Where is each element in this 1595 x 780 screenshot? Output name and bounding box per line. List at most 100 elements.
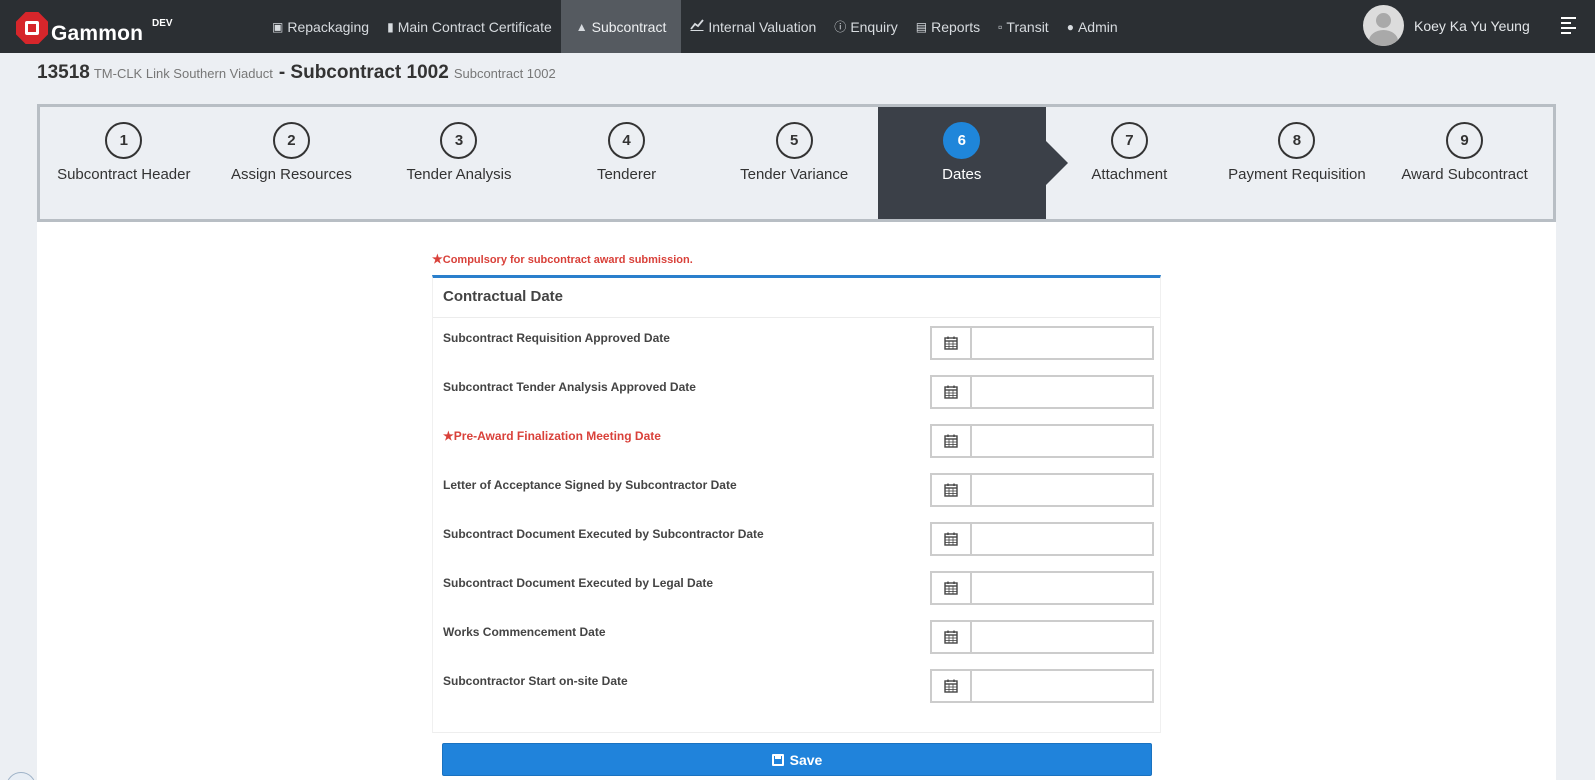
step-number: 5: [775, 122, 813, 159]
compulsory-note-text: Compulsory for subcontract award submiss…: [442, 254, 693, 266]
pre-award-finalization-meeting-date-input[interactable]: [970, 424, 1154, 458]
nav-item-label: Repackaging: [287, 18, 370, 35]
step-label: Award Subcontract: [1401, 166, 1528, 183]
date-picker: [930, 620, 1154, 654]
bookmark-icon: ▮: [387, 19, 394, 34]
subcontract-requisition-approved-date-input[interactable]: [970, 326, 1154, 360]
wizard-step-dates[interactable]: 6 Dates: [877, 107, 1068, 219]
wizard-step-attachment[interactable]: 7 Attachment: [1046, 107, 1214, 219]
job-number: 13518: [37, 62, 90, 83]
nav-item-subcontract[interactable]: ▲ Subcontract: [560, 0, 682, 53]
field-label: Subcontract Tender Analysis Approved Dat…: [443, 380, 696, 394]
wizard-step-subcontract-header[interactable]: 1 Subcontract Header: [40, 107, 208, 219]
field-label: Subcontract Document Executed by Subcont…: [443, 527, 764, 541]
document-executed-by-subcontractor-date-input[interactable]: [970, 522, 1154, 556]
user-name[interactable]: Koey Ka Yu Yeung: [1414, 18, 1530, 34]
step-label: Tender Analysis: [406, 166, 512, 183]
date-picker: [930, 571, 1154, 605]
step-number: 9: [1446, 122, 1484, 159]
wizard-step-payment-requisition[interactable]: 8 Payment Requisition: [1213, 107, 1381, 219]
wizard-step-assign-resources[interactable]: 2 Assign Resources: [208, 107, 376, 219]
calendar-icon[interactable]: [930, 620, 970, 654]
nav-item-transit[interactable]: ▫ Transit: [989, 0, 1058, 53]
contractual-date-panel: Contractual Date Subcontract Requisition…: [432, 275, 1161, 733]
gammon-logo-icon: [16, 12, 48, 44]
step-number: 1: [105, 122, 143, 159]
user-icon: ●: [1066, 19, 1074, 34]
star-icon: ★: [432, 252, 443, 266]
field-label: Letter of Acceptance Signed by Subcontra…: [443, 478, 737, 492]
book-icon: ▤: [915, 19, 928, 34]
step-number: 2: [272, 122, 310, 159]
step-label: Tenderer: [596, 166, 657, 183]
calendar-icon[interactable]: [930, 669, 970, 703]
step-number: 6: [943, 122, 981, 159]
nav-item-internal-valuation[interactable]: Internal Valuation: [681, 0, 825, 53]
page-title: 13518 TM-CLK Link Southern Viaduct - Sub…: [37, 62, 556, 84]
star-icon: ★: [443, 429, 454, 443]
line-chart-icon: [690, 19, 705, 34]
avatar[interactable]: [1363, 5, 1404, 46]
date-picker: [930, 424, 1154, 458]
subcontract-description: Subcontract 1002: [453, 66, 556, 81]
brand[interactable]: Gammon DEV: [16, 10, 173, 46]
date-picker: [930, 375, 1154, 409]
calendar-icon[interactable]: [930, 375, 970, 409]
subcontractor-start-onsite-date-input[interactable]: [970, 669, 1154, 703]
top-navbar: Gammon DEV ▣ Repackaging ▮ Main Contract…: [0, 0, 1595, 53]
nav-item-repackaging[interactable]: ▣ Repackaging: [263, 0, 378, 53]
cube-icon: ▣: [272, 19, 284, 34]
wizard-step-tenderer[interactable]: 4 Tenderer: [543, 107, 711, 219]
nav-item-label: Admin: [1077, 18, 1118, 35]
calendar-icon[interactable]: [930, 522, 970, 556]
nav-item-reports[interactable]: ▤ Reports: [907, 0, 989, 53]
calendar-icon[interactable]: [930, 326, 970, 360]
date-row: ★Pre-Award Finalization Meeting Date: [443, 424, 1154, 463]
field-label: Subcontractor Start on-site Date: [443, 674, 628, 688]
step-number: 7: [1110, 122, 1148, 159]
step-number: 8: [1278, 122, 1316, 159]
calendar-icon[interactable]: [930, 424, 970, 458]
floppy-disk-icon: [771, 753, 784, 766]
date-row: Subcontract Tender Analysis Approved Dat…: [443, 375, 1154, 414]
field-label: Subcontract Requisition Approved Date: [443, 331, 670, 345]
wizard-step-tender-analysis[interactable]: 3 Tender Analysis: [375, 107, 543, 219]
date-row: Subcontract Document Executed by Legal D…: [443, 571, 1154, 610]
works-commencement-date-input[interactable]: [970, 620, 1154, 654]
step-number: 4: [608, 122, 646, 159]
calendar-icon[interactable]: [930, 571, 970, 605]
main-nav: ▣ Repackaging ▮ Main Contract Certificat…: [263, 0, 1127, 53]
field-label-required: ★Pre-Award Finalization Meeting Date: [443, 429, 661, 443]
menu-toggle-icon[interactable]: [1561, 17, 1576, 34]
env-badge: DEV: [152, 18, 173, 29]
date-picker: [930, 473, 1154, 507]
date-picker: [930, 669, 1154, 703]
date-row: Works Commencement Date: [443, 620, 1154, 659]
document-executed-by-legal-date-input[interactable]: [970, 571, 1154, 605]
date-row: Letter of Acceptance Signed by Subcontra…: [443, 473, 1154, 512]
info-circle-icon: ⓘ: [834, 20, 847, 34]
wizard-step-tender-variance[interactable]: 5 Tender Variance: [710, 107, 878, 219]
date-picker: [930, 326, 1154, 360]
brand-name: Gammon: [51, 22, 144, 45]
panel-title: Contractual Date: [433, 278, 1160, 318]
floating-help-icon[interactable]: [6, 772, 36, 780]
letter-of-acceptance-signed-date-input[interactable]: [970, 473, 1154, 507]
subcontract-title: - Subcontract 1002: [278, 62, 449, 83]
field-label: Subcontract Document Executed by Legal D…: [443, 576, 714, 590]
calendar-icon[interactable]: [930, 473, 970, 507]
user-menu[interactable]: Koey Ka Yu Yeung: [1363, 5, 1530, 46]
save-button-label: Save: [789, 751, 823, 768]
nav-item-main-contract-certificate[interactable]: ▮ Main Contract Certificate: [378, 0, 561, 53]
step-label: Assign Resources: [230, 166, 352, 183]
nav-item-label: Main Contract Certificate: [397, 18, 552, 35]
nav-item-admin[interactable]: ● Admin: [1058, 0, 1127, 53]
step-label: Subcontract Header: [57, 166, 191, 183]
compulsory-note: ★Compulsory for subcontract award submis…: [432, 252, 693, 266]
nav-item-enquiry[interactable]: ⓘ Enquiry: [825, 0, 906, 53]
wizard-step-award-subcontract[interactable]: 9 Award Subcontract: [1381, 107, 1549, 219]
date-picker: [930, 522, 1154, 556]
save-button[interactable]: Save: [442, 743, 1152, 776]
tender-analysis-approved-date-input[interactable]: [970, 375, 1154, 409]
field-label: Works Commencement Date: [443, 625, 606, 639]
